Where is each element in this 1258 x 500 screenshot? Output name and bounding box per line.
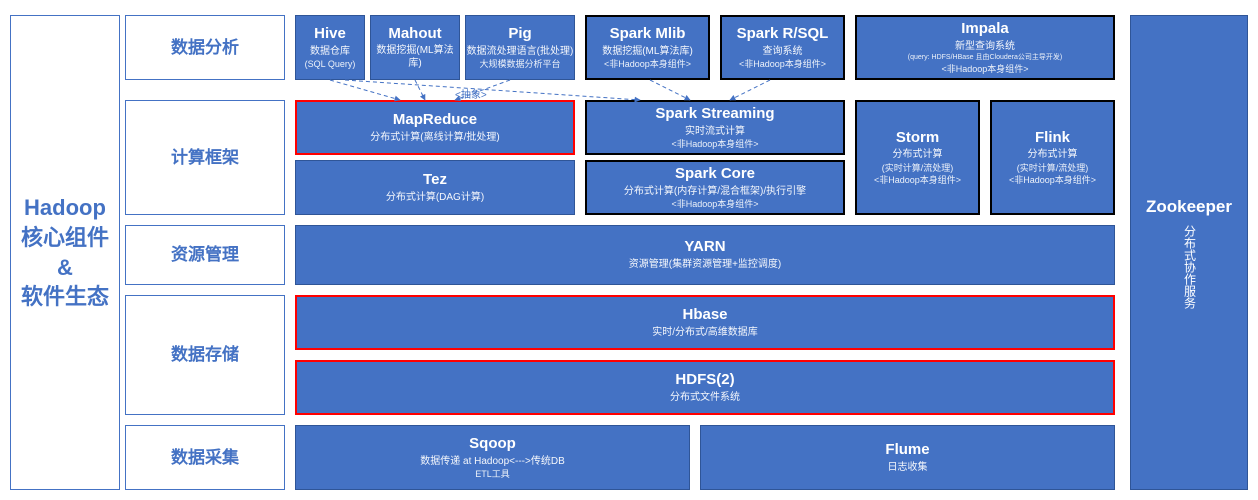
block-flink: Flink 分布式计算 (实时计算/流处理) <非Hadoop本身组件> xyxy=(990,100,1115,215)
block-spark-streaming: Spark Streaming 实时流式计算 <非Hadoop本身组件> xyxy=(585,100,845,155)
block-impala: Impala 新型查询系统 (query: HDFS/HBase 且由Cloud… xyxy=(855,15,1115,80)
block-mahout: Mahout 数据挖掘(ML算法库) xyxy=(370,15,460,80)
left-panel-title: Hadoop 核心组件 & 软件生态 xyxy=(21,193,109,312)
category-ingest: 数据采集 xyxy=(125,425,285,490)
left-panel: Hadoop 核心组件 & 软件生态 xyxy=(10,15,120,490)
category-storage: 数据存储 xyxy=(125,295,285,415)
block-sqoop: Sqoop 数据传递 at Hadoop<--->传统DB ETL工具 xyxy=(295,425,690,490)
block-spark-core: Spark Core 分布式计算(内存计算/混合框架)/执行引擎 <非Hadoo… xyxy=(585,160,845,215)
category-analysis: 数据分析 xyxy=(125,15,285,80)
block-zookeeper: Zookeeper 分布式协作服务 xyxy=(1130,15,1248,490)
block-tez: Tez 分布式计算(DAG计算) xyxy=(295,160,575,215)
block-spark-mlib: Spark Mlib 数据挖掘(ML算法库) <非Hadoop本身组件> xyxy=(585,15,710,80)
block-hbase: Hbase 实时/分布式/高维数据库 xyxy=(295,295,1115,350)
category-resource: 资源管理 xyxy=(125,225,285,285)
category-compute: 计算框架 xyxy=(125,100,285,215)
abstract-label: <抽象> xyxy=(455,86,487,101)
block-mapreduce: MapReduce 分布式计算(离线计算/批处理) xyxy=(295,100,575,155)
block-storm: Storm 分布式计算 (实时计算/流处理) <非Hadoop本身组件> xyxy=(855,100,980,215)
block-hdfs: HDFS(2) 分布式文件系统 xyxy=(295,360,1115,415)
block-hive: Hive 数据仓库 (SQL Query) xyxy=(295,15,365,80)
block-flume: Flume 日志收集 xyxy=(700,425,1115,490)
block-spark-rsql: Spark R/SQL 查询系统 <非Hadoop本身组件> xyxy=(720,15,845,80)
block-yarn: YARN 资源管理(集群资源管理+监控调度) xyxy=(295,225,1115,285)
block-pig: Pig 数据流处理语言(批处理) 大规模数据分析平台 xyxy=(465,15,575,80)
